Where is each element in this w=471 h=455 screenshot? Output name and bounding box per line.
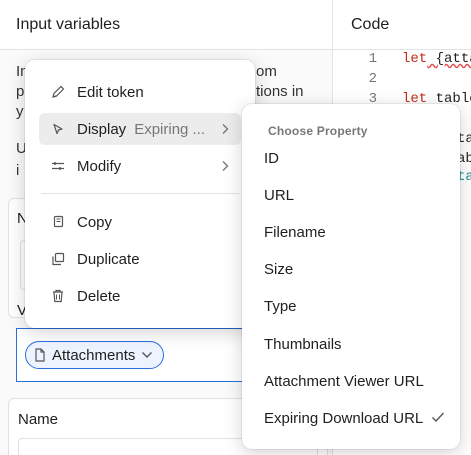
- chip-label: Attachments: [52, 346, 136, 364]
- property-option-label: Type: [264, 298, 297, 315]
- eye-icon: [49, 120, 67, 138]
- attachments-token-chip[interactable]: Attachments: [25, 341, 165, 369]
- property-option-url[interactable]: URL: [264, 185, 294, 207]
- property-option-id[interactable]: ID: [264, 148, 279, 170]
- property-option-label: ID: [264, 150, 279, 167]
- description-fragment: p: [16, 83, 25, 100]
- display-menu-item[interactable]: Display Expiring ...: [39, 113, 241, 145]
- copy-icon: [49, 213, 67, 231]
- choose-property-submenu: Choose Property ID URL Filename Size Typ…: [242, 104, 460, 449]
- delete-menu-item[interactable]: Delete: [39, 280, 241, 312]
- menu-item-label: Modify: [77, 157, 122, 175]
- pencil-icon: [49, 83, 67, 101]
- description-fragment: om: [256, 63, 277, 80]
- property-option-label: Size: [264, 261, 294, 278]
- description-fragment: tions in: [256, 83, 304, 100]
- chevron-right-icon: [221, 159, 229, 176]
- duplicate-icon: [49, 250, 67, 268]
- code-keyword: let: [402, 51, 428, 67]
- property-option-expiring-download-url[interactable]: Expiring Download URL: [264, 408, 445, 430]
- property-option-label: Filename: [264, 224, 326, 241]
- file-icon: [34, 348, 46, 362]
- property-option-filename[interactable]: Filename: [264, 222, 326, 244]
- token-context-menu: Edit token Display Expiring ... Modify C…: [25, 60, 255, 328]
- menu-divider: [41, 193, 239, 194]
- sliders-icon: [49, 157, 67, 175]
- edit-token-menu-item[interactable]: Edit token: [39, 76, 241, 108]
- input-variables-title: Input variables: [0, 0, 332, 50]
- property-option-label: Thumbnails: [264, 336, 342, 353]
- property-option-thumbnails[interactable]: Thumbnails: [264, 334, 342, 356]
- property-option-label: Expiring Download URL: [264, 410, 424, 427]
- checkmark-icon: [431, 408, 445, 430]
- property-option-type[interactable]: Type: [264, 296, 297, 318]
- menu-item-label: Duplicate: [77, 250, 140, 268]
- trash-icon: [49, 287, 67, 305]
- menu-item-label: Delete: [77, 287, 121, 305]
- name-label: Name: [18, 411, 59, 428]
- chevron-right-icon: [221, 122, 229, 139]
- duplicate-menu-item[interactable]: Duplicate: [39, 243, 241, 275]
- menu-item-label: Copy: [77, 213, 113, 231]
- submenu-title: Choose Property: [268, 124, 368, 138]
- description-fragment: y: [16, 103, 24, 120]
- line-number: 1: [368, 51, 377, 67]
- menu-item-label: Edit token: [77, 83, 144, 101]
- line-number: 2: [368, 71, 377, 87]
- code-text: {atta: [435, 51, 471, 67]
- property-option-label: URL: [264, 187, 295, 204]
- menu-item-label: Display: [77, 120, 127, 138]
- chevron-down-icon: [141, 351, 153, 359]
- property-option-label: Attachment Viewer URL: [264, 373, 424, 390]
- property-option-size[interactable]: Size: [264, 259, 293, 281]
- code-title: Code: [333, 0, 471, 50]
- display-current-value: Expiring ...: [134, 120, 206, 138]
- property-option-attachment-viewer-url[interactable]: Attachment Viewer URL: [264, 371, 424, 393]
- note-fragment: i: [16, 162, 20, 179]
- copy-menu-item[interactable]: Copy: [39, 206, 241, 238]
- code-line[interactable]: let {atta: [402, 49, 471, 69]
- modify-menu-item[interactable]: Modify: [39, 150, 241, 182]
